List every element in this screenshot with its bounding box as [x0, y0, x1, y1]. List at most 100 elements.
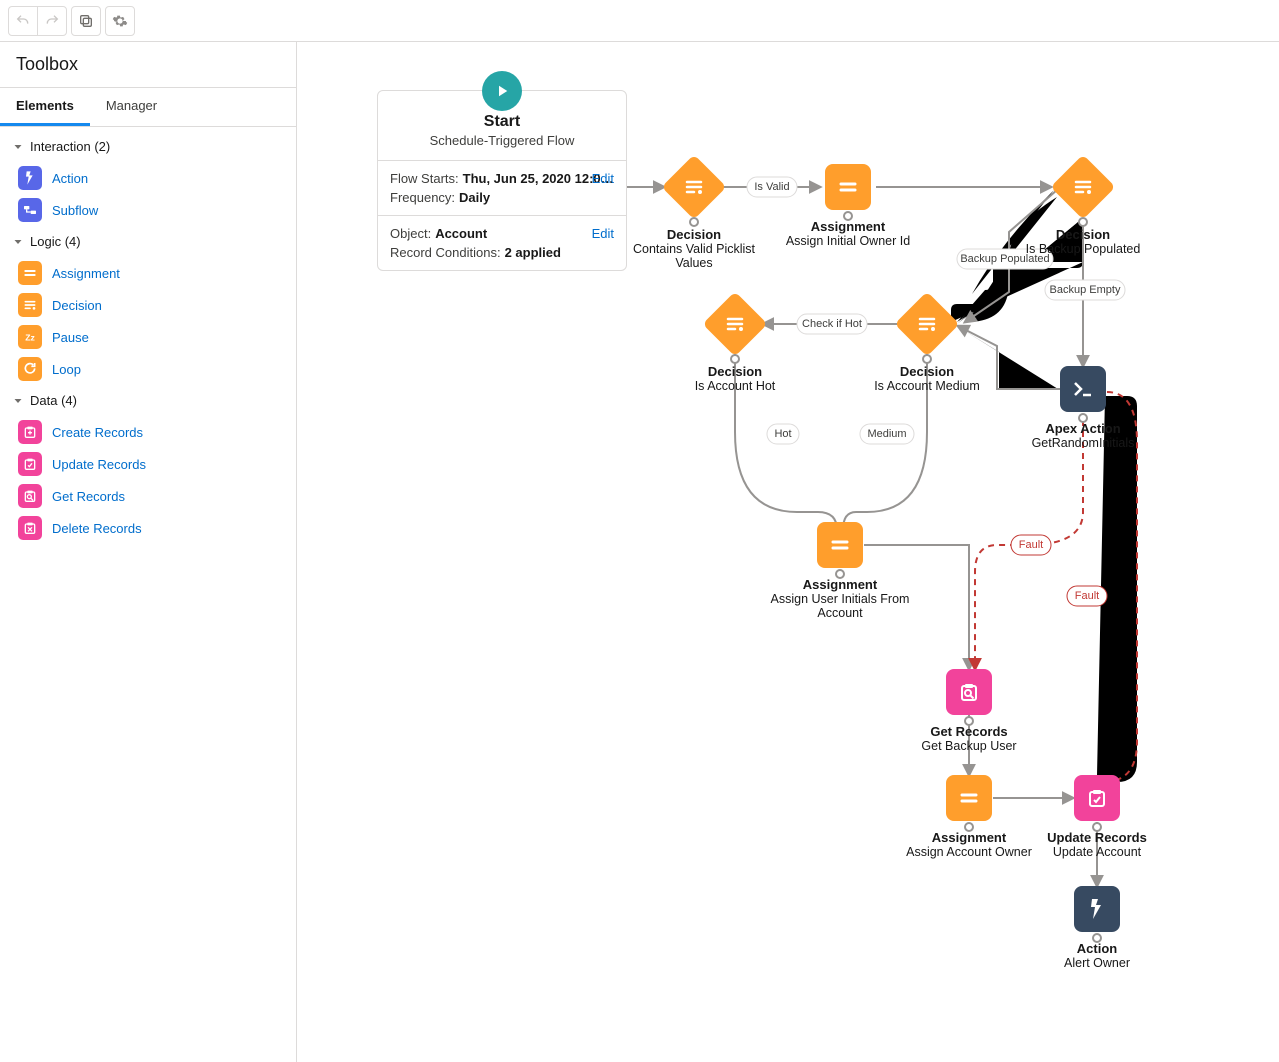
- equals-icon: [957, 786, 981, 810]
- subflow-icon: [18, 198, 42, 222]
- svg-text:Check if Hot: Check if Hot: [802, 318, 862, 330]
- node-type: Decision: [852, 364, 1002, 379]
- copy-icon: [78, 13, 94, 29]
- node-type: Decision: [619, 227, 769, 242]
- update-icon: [1085, 786, 1109, 810]
- start-subtitle: Schedule-Triggered Flow: [390, 133, 614, 148]
- flow-node-n7[interactable]: [817, 522, 863, 568]
- node-name: Assign Account Owner: [906, 845, 1032, 859]
- node-connector-dot: [922, 354, 932, 364]
- undo-icon: [15, 13, 31, 29]
- node-type: Assignment: [765, 577, 915, 592]
- copy-button[interactable]: [71, 6, 101, 36]
- node-type: Get Records: [894, 724, 1044, 739]
- node-connector-dot: [689, 217, 699, 227]
- undo-button[interactable]: [8, 6, 38, 36]
- palette-item-label: Create Records: [52, 425, 143, 440]
- flow-node-label: Decision Contains Valid Picklist Values: [619, 227, 769, 270]
- toolbar: [0, 0, 1279, 42]
- svg-text:Hot: Hot: [774, 428, 791, 440]
- flow-node-label: Apex Action GetRandomInitials: [1008, 421, 1158, 450]
- tab-elements[interactable]: Elements: [0, 88, 90, 126]
- create-icon: [18, 420, 42, 444]
- redo-button[interactable]: [37, 6, 67, 36]
- palette-item-loop[interactable]: Loop: [0, 353, 296, 385]
- palette-item-label: Delete Records: [52, 521, 142, 536]
- chevron-down-icon: [12, 236, 24, 248]
- start-object-section: Edit Object: Account Record Conditions: …: [378, 216, 626, 270]
- update-icon: [18, 452, 42, 476]
- bolt-icon: [1085, 897, 1109, 921]
- pause-icon: Zz: [18, 325, 42, 349]
- palette-item-delete-records[interactable]: Delete Records: [0, 512, 296, 544]
- palette-item-action[interactable]: Action: [0, 162, 296, 194]
- palette-item-label: Loop: [52, 362, 81, 377]
- start-node[interactable]: Start Schedule-Triggered Flow Edit Flow …: [377, 90, 627, 271]
- palette-group-header[interactable]: Data (4): [0, 385, 296, 416]
- palette-item-label: Action: [52, 171, 88, 186]
- node-name: Get Backup User: [921, 739, 1016, 753]
- gear-icon: [112, 13, 128, 29]
- flow-node-label: Assignment Assign Initial Owner Id: [773, 219, 923, 248]
- flow-starts-label: Flow Starts:: [390, 171, 459, 186]
- flow-node-label: Decision Is Account Hot: [660, 364, 810, 393]
- toolbox-panel: Toolbox Elements Manager Interaction (2)…: [0, 42, 297, 1062]
- flow-node-n11[interactable]: [1074, 886, 1120, 932]
- node-name: Is Backup Populated: [1026, 242, 1141, 256]
- flow-node-label: Action Alert Owner: [1022, 941, 1172, 970]
- palette-item-decision[interactable]: Decision: [0, 289, 296, 321]
- loop-icon: [18, 357, 42, 381]
- flow-node-n2[interactable]: [825, 164, 871, 210]
- palette-item-update-records[interactable]: Update Records: [0, 448, 296, 480]
- svg-text:Zz: Zz: [25, 332, 35, 342]
- palette-item-create-records[interactable]: Create Records: [0, 416, 296, 448]
- decision-icon: [723, 312, 747, 336]
- delete-icon: [18, 516, 42, 540]
- redo-icon: [44, 13, 60, 29]
- flow-node-n9[interactable]: [946, 775, 992, 821]
- chevron-down-icon: [12, 141, 24, 153]
- settings-button[interactable]: [105, 6, 135, 36]
- svg-text:Backup Empty: Backup Empty: [1050, 284, 1121, 296]
- node-type: Decision: [660, 364, 810, 379]
- equals-icon: [836, 175, 860, 199]
- frequency-label: Frequency:: [390, 190, 455, 205]
- flow-node-label: Assignment Assign User Initials From Acc…: [765, 577, 915, 620]
- node-type: Assignment: [773, 219, 923, 234]
- palette-item-subflow[interactable]: Subflow: [0, 194, 296, 226]
- palette-item-label: Update Records: [52, 457, 146, 472]
- palette-item-assignment[interactable]: Assignment: [0, 257, 296, 289]
- node-type: Decision: [1008, 227, 1158, 242]
- node-name: Is Account Hot: [695, 379, 776, 393]
- palette-group-header[interactable]: Interaction (2): [0, 131, 296, 162]
- edit-object-link[interactable]: Edit: [592, 226, 614, 241]
- tab-manager[interactable]: Manager: [90, 88, 173, 126]
- frequency-value: Daily: [459, 190, 490, 205]
- start-schedule-section: Edit Flow Starts: Thu, Jun 25, 2020 12:0…: [378, 161, 626, 216]
- palette-item-get-records[interactable]: Get Records: [0, 480, 296, 512]
- palette-item-label: Get Records: [52, 489, 125, 504]
- flow-node-label: Get Records Get Backup User: [894, 724, 1044, 753]
- flow-canvas[interactable]: Is Valid Back: [297, 42, 1279, 1062]
- decision-icon: [682, 175, 706, 199]
- svg-text:Is Valid: Is Valid: [754, 181, 789, 193]
- node-name: Contains Valid Picklist Values: [633, 242, 755, 270]
- chevron-down-icon: [12, 395, 24, 407]
- flow-node-n10[interactable]: [1074, 775, 1120, 821]
- node-name: GetRandomInitials: [1032, 436, 1135, 450]
- node-name: Assign User Initials From Account: [771, 592, 910, 620]
- flow-node-n8[interactable]: [946, 669, 992, 715]
- node-type: Apex Action: [1008, 421, 1158, 436]
- object-value: Account: [435, 226, 487, 241]
- svg-text:Fault: Fault: [1019, 539, 1043, 551]
- palette-item-pause[interactable]: Zz Pause: [0, 321, 296, 353]
- edit-schedule-link[interactable]: Edit: [592, 171, 614, 186]
- palette-group-header[interactable]: Logic (4): [0, 226, 296, 257]
- element-palette: Interaction (2) Action Subflow Logic (4)…: [0, 127, 296, 564]
- palette-group-label: Interaction (2): [30, 139, 110, 154]
- play-icon: [482, 71, 522, 111]
- node-connector-dot: [1078, 217, 1088, 227]
- toolbox-tabs: Elements Manager: [0, 88, 296, 127]
- flow-node-n6[interactable]: [1060, 366, 1106, 412]
- svg-text:Medium: Medium: [867, 428, 906, 440]
